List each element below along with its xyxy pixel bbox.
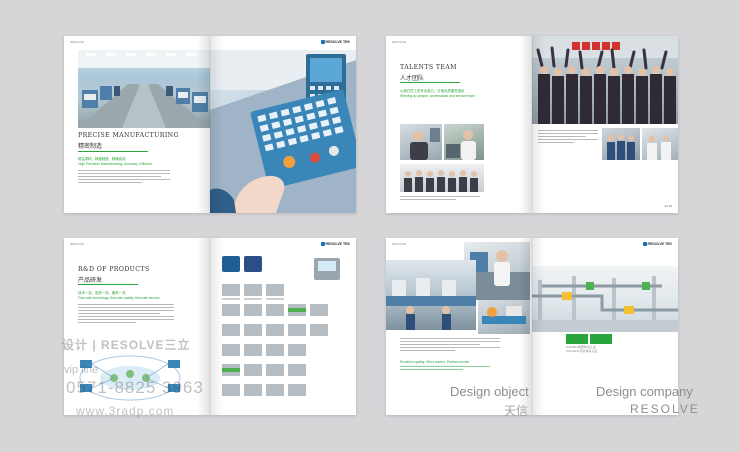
iso14001-badge	[590, 334, 612, 344]
brochure-spread-precise-manufacturing: RESOLVE RESOLVE TEK PRECISE MANUFACTURIN…	[64, 36, 356, 213]
spread4-green-lines	[400, 366, 490, 372]
spread1-right-logo: RESOLVE TEK	[321, 40, 350, 44]
assembly-line-photo	[386, 260, 476, 330]
spread1-green-line1: 精益求精，精细制造，精确高效	[78, 157, 126, 161]
caption-design-company: Design company	[596, 384, 693, 399]
spread3-right-logo: RESOLVE TEK	[321, 242, 350, 246]
caption-design-object-cn: 天信	[504, 404, 529, 418]
spread4-green-paragraph: Excellent quality, Strict control, Perfe…	[400, 360, 470, 364]
spread1-body-text	[78, 170, 170, 185]
watermark-designer: 设计 | RESOLVE三立	[62, 338, 191, 352]
spread2-green-line2: Winning by people, professional and serv…	[400, 94, 475, 98]
watermark-phone: 0571-8825 3963	[66, 378, 204, 397]
spread3-title-cn: 产品研发	[78, 278, 103, 284]
pipeline-equipment-photo	[532, 266, 678, 332]
spread4-body-text	[400, 338, 500, 353]
team-photo-group	[400, 164, 484, 192]
team-photo-workers	[602, 128, 640, 160]
spread4-header: RESOLVE	[392, 242, 406, 246]
spread2-title-cn: 人才团队	[400, 76, 425, 82]
spread1-title-rule	[78, 151, 148, 152]
iso9001-badge	[566, 334, 588, 344]
factory-floor-photo	[78, 50, 210, 128]
test-bench-photo	[478, 300, 530, 334]
spread1-left-logo: RESOLVE	[70, 40, 84, 44]
watermark-vip-line: vip line	[64, 364, 99, 376]
spread3-green-line2: First-rate technology, first-rate qualit…	[78, 296, 160, 300]
caption-design-company-brand: RESOLVE	[630, 402, 700, 416]
spread3-green-line1: 技术一流，品质一流，服务一流	[78, 291, 126, 295]
spread1-title-en: PRECISE MANUFACTURING	[78, 132, 179, 139]
spread3-body-text	[78, 304, 174, 325]
team-photo-meeting	[642, 128, 678, 160]
spread3-title-rule	[78, 284, 138, 285]
brochure-spread-talents-team: RESOLVE TALENTS TEAM 人才团队 以我们员工的专业能力，打造优…	[386, 36, 678, 213]
product-catalogue-grid	[222, 256, 346, 406]
spread2-title-rule	[400, 82, 460, 83]
factory-floor-graphic	[78, 50, 210, 128]
caption-design-object: Design object	[450, 384, 529, 399]
team-photo-lab	[444, 124, 484, 160]
spread2-green-line1: 以我们员工的专业能力，打造优质服务团队	[400, 89, 465, 93]
spread2-caption-text	[400, 196, 480, 202]
spread1-title-cn: 精密制造	[78, 144, 103, 150]
iso14001-label: ISO14001环境体系认证	[566, 349, 598, 353]
spread3-header: RESOLVE	[70, 242, 84, 246]
team-photo-office	[400, 124, 442, 160]
cnc-panel-graphic	[210, 50, 356, 213]
cnc-control-panel-photo	[210, 50, 356, 213]
spread4-right-logo: RESOLVE TEK	[643, 242, 672, 246]
watermark-website: www.3radp.com	[76, 404, 175, 418]
spread2-title-en: TALENTS TEAM	[400, 64, 457, 71]
spread2-page-numbers: 12 13	[664, 204, 672, 208]
spread3-title-en: R&D OF PRODUCTS	[78, 266, 150, 273]
spread1-green-line2: High Precision Manufacturing, Accuracy, …	[78, 162, 152, 166]
spread2-header: RESOLVE	[392, 40, 406, 44]
staff-cheering-photo	[532, 36, 678, 124]
spread2-right-text	[538, 130, 598, 145]
